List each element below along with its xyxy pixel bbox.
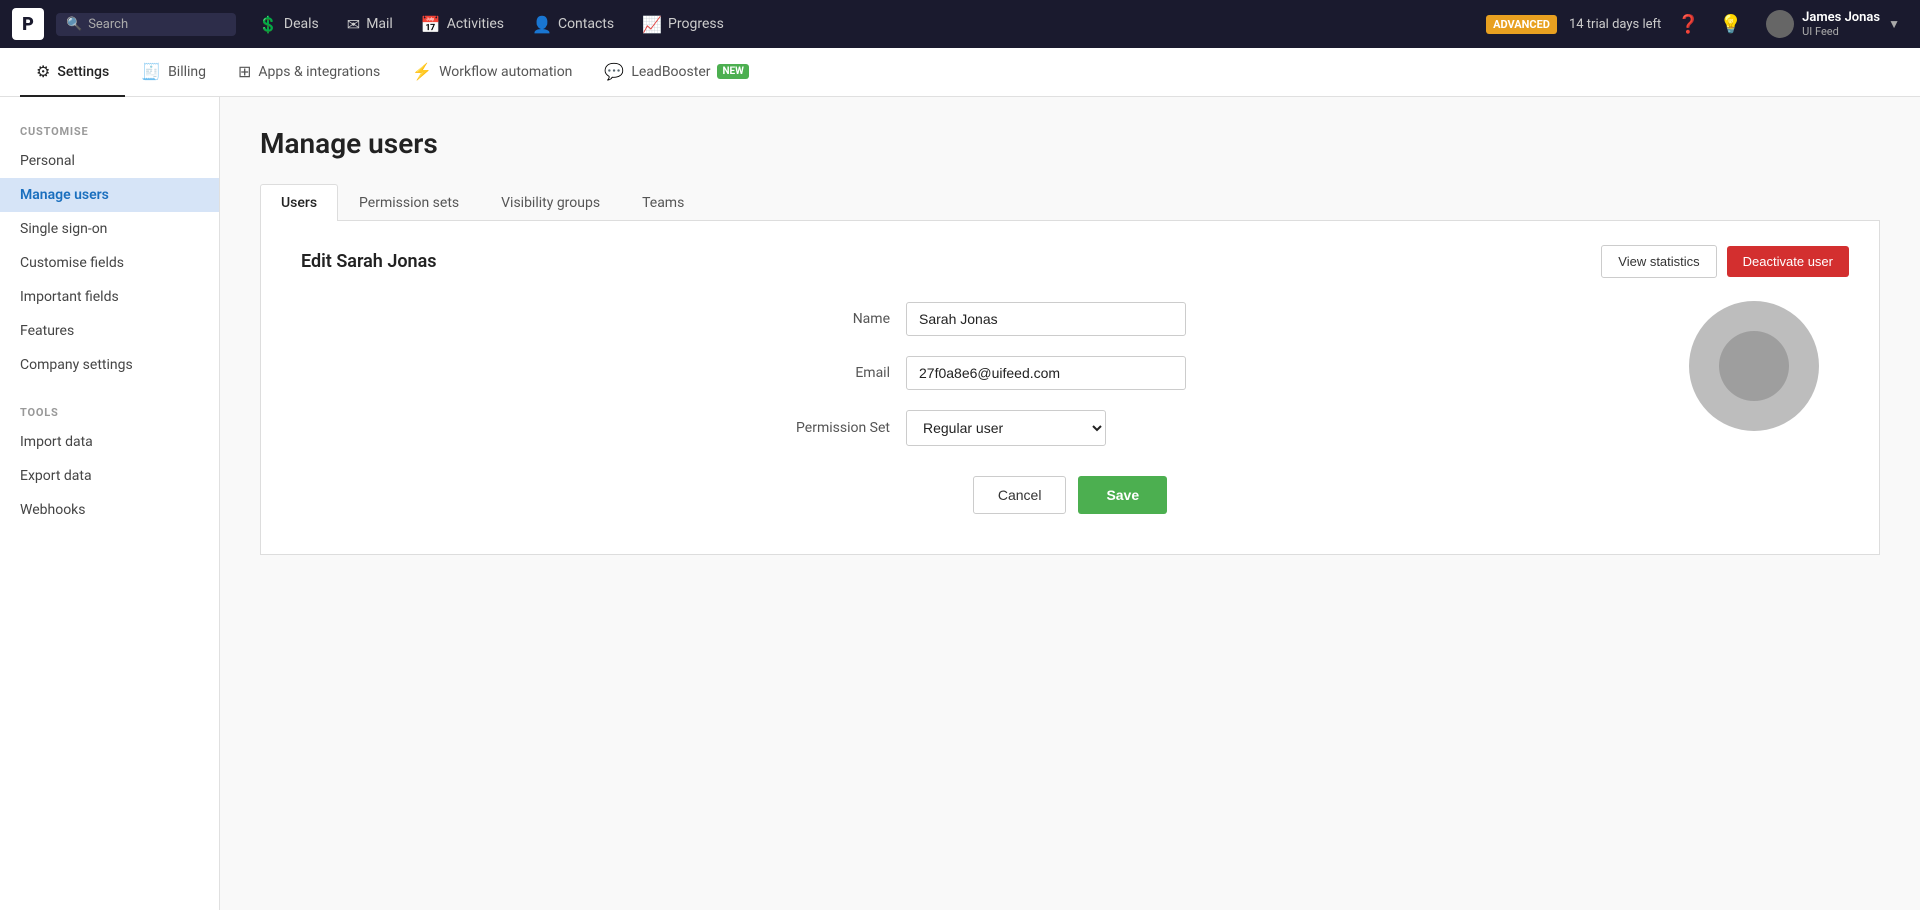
tab-workflow-label: Workflow automation bbox=[439, 64, 572, 80]
nav-label-mail: Mail bbox=[366, 16, 393, 32]
permission-set-label: Permission Set bbox=[770, 420, 890, 436]
inner-tab-users[interactable]: Users bbox=[260, 184, 338, 221]
tab-apps-label: Apps & integrations bbox=[258, 64, 380, 80]
advanced-badge: ADVANCED bbox=[1486, 15, 1557, 34]
cancel-button[interactable]: Cancel bbox=[973, 476, 1067, 514]
tools-section-label: TOOLS bbox=[0, 398, 219, 425]
deals-icon: 💲 bbox=[258, 15, 278, 34]
sidebar-item-customise-fields[interactable]: Customise fields bbox=[0, 246, 219, 280]
tab-workflow[interactable]: ⚡ Workflow automation bbox=[396, 48, 588, 97]
main-content: Manage users Users Permission sets Visib… bbox=[220, 97, 1920, 910]
main-layout: CUSTOMISE Personal Manage users Single s… bbox=[0, 97, 1920, 910]
inner-tab-teams[interactable]: Teams bbox=[621, 184, 705, 221]
permission-set-row: Permission Set Regular user Admin Manage… bbox=[770, 410, 1370, 446]
search-placeholder: Search bbox=[88, 17, 128, 32]
app-logo: P bbox=[12, 8, 44, 40]
top-navigation: P 🔍 Search 💲 Deals ✉ Mail 📅 Activities 👤… bbox=[0, 0, 1920, 48]
sidebar-item-webhooks[interactable]: Webhooks bbox=[0, 493, 219, 527]
email-label: Email bbox=[770, 365, 890, 381]
name-row: Name bbox=[770, 302, 1370, 336]
sidebar-item-import-data[interactable]: Import data bbox=[0, 425, 219, 459]
name-label: Name bbox=[770, 311, 890, 327]
help-icon[interactable]: ❓ bbox=[1673, 10, 1703, 39]
top-actions: View statistics Deactivate user bbox=[1601, 245, 1849, 278]
customise-section-label: CUSTOMISE bbox=[0, 117, 219, 144]
save-button[interactable]: Save bbox=[1078, 476, 1167, 514]
page-title: Manage users bbox=[260, 127, 1880, 160]
tab-settings[interactable]: ⚙ Settings bbox=[20, 48, 125, 97]
form-actions: Cancel Save bbox=[770, 476, 1370, 514]
settings-tab-bar: ⚙ Settings 🧾 Billing ⊞ Apps & integratio… bbox=[0, 48, 1920, 97]
email-row: Email bbox=[770, 356, 1370, 390]
search-icon: 🔍 bbox=[66, 17, 82, 32]
tab-leadbooster[interactable]: 💬 LeadBooster NEW bbox=[588, 48, 765, 97]
edit-form: Name Email Permission Set Regular user A… bbox=[770, 302, 1370, 514]
tab-leadbooster-label: LeadBooster bbox=[631, 64, 710, 80]
apps-icon: ⊞ bbox=[238, 62, 251, 81]
settings-icon: ⚙ bbox=[36, 62, 50, 81]
avatar-inner bbox=[1719, 331, 1789, 401]
nav-item-contacts[interactable]: 👤 Contacts bbox=[518, 7, 628, 42]
user-section[interactable]: James Jonas UI Feed ▼ bbox=[1758, 6, 1908, 42]
progress-icon: 📈 bbox=[642, 15, 662, 34]
nav-label-contacts: Contacts bbox=[558, 16, 614, 32]
activities-icon: 📅 bbox=[421, 15, 441, 34]
permission-set-select[interactable]: Regular user Admin Manager bbox=[906, 410, 1106, 446]
avatar bbox=[1766, 10, 1794, 38]
edit-panel: Edit Sarah Jonas View statistics Deactiv… bbox=[260, 221, 1880, 555]
sidebar-item-features[interactable]: Features bbox=[0, 314, 219, 348]
tab-billing-label: Billing bbox=[168, 64, 206, 80]
nav-label-activities: Activities bbox=[447, 16, 504, 32]
nav-item-deals[interactable]: 💲 Deals bbox=[244, 7, 333, 42]
tab-billing[interactable]: 🧾 Billing bbox=[125, 48, 222, 97]
nav-item-activities[interactable]: 📅 Activities bbox=[407, 7, 518, 42]
new-badge: NEW bbox=[717, 64, 748, 79]
nav-label-progress: Progress bbox=[668, 16, 724, 32]
sidebar: CUSTOMISE Personal Manage users Single s… bbox=[0, 97, 220, 910]
mail-icon: ✉ bbox=[347, 15, 360, 34]
nav-label-deals: Deals bbox=[284, 16, 319, 32]
user-info: James Jonas UI Feed bbox=[1802, 10, 1880, 38]
search-box[interactable]: 🔍 Search bbox=[56, 13, 236, 36]
view-statistics-button[interactable]: View statistics bbox=[1601, 245, 1716, 278]
sidebar-item-export-data[interactable]: Export data bbox=[0, 459, 219, 493]
user-sub: UI Feed bbox=[1802, 25, 1880, 38]
sidebar-item-company-settings[interactable]: Company settings bbox=[0, 348, 219, 382]
workflow-icon: ⚡ bbox=[412, 62, 432, 81]
leadbooster-icon: 💬 bbox=[604, 62, 624, 81]
contacts-icon: 👤 bbox=[532, 15, 552, 34]
user-edit-avatar bbox=[1689, 301, 1819, 431]
sidebar-item-personal[interactable]: Personal bbox=[0, 144, 219, 178]
tab-apps[interactable]: ⊞ Apps & integrations bbox=[222, 48, 396, 97]
sidebar-item-single-sign-on[interactable]: Single sign-on bbox=[0, 212, 219, 246]
inner-tab-bar: Users Permission sets Visibility groups … bbox=[260, 184, 1880, 221]
email-input[interactable] bbox=[906, 356, 1186, 390]
sidebar-item-manage-users[interactable]: Manage users bbox=[0, 178, 219, 212]
user-name: James Jonas bbox=[1802, 10, 1880, 25]
billing-icon: 🧾 bbox=[141, 62, 161, 81]
inner-tab-permission-sets[interactable]: Permission sets bbox=[338, 184, 480, 221]
trial-text: 14 trial days left bbox=[1569, 17, 1661, 32]
nav-item-progress[interactable]: 📈 Progress bbox=[628, 7, 738, 42]
inner-tab-visibility-groups[interactable]: Visibility groups bbox=[480, 184, 621, 221]
name-input[interactable] bbox=[906, 302, 1186, 336]
sidebar-item-important-fields[interactable]: Important fields bbox=[0, 280, 219, 314]
top-right-section: ADVANCED 14 trial days left ❓ 💡 James Jo… bbox=[1486, 6, 1908, 42]
nav-item-mail[interactable]: ✉ Mail bbox=[333, 7, 407, 42]
deactivate-user-button[interactable]: Deactivate user bbox=[1727, 246, 1849, 277]
chevron-down-icon: ▼ bbox=[1888, 17, 1900, 31]
nav-items: 💲 Deals ✉ Mail 📅 Activities 👤 Contacts 📈… bbox=[244, 7, 1482, 42]
lightbulb-icon[interactable]: 💡 bbox=[1716, 10, 1746, 39]
tab-settings-label: Settings bbox=[57, 64, 109, 80]
